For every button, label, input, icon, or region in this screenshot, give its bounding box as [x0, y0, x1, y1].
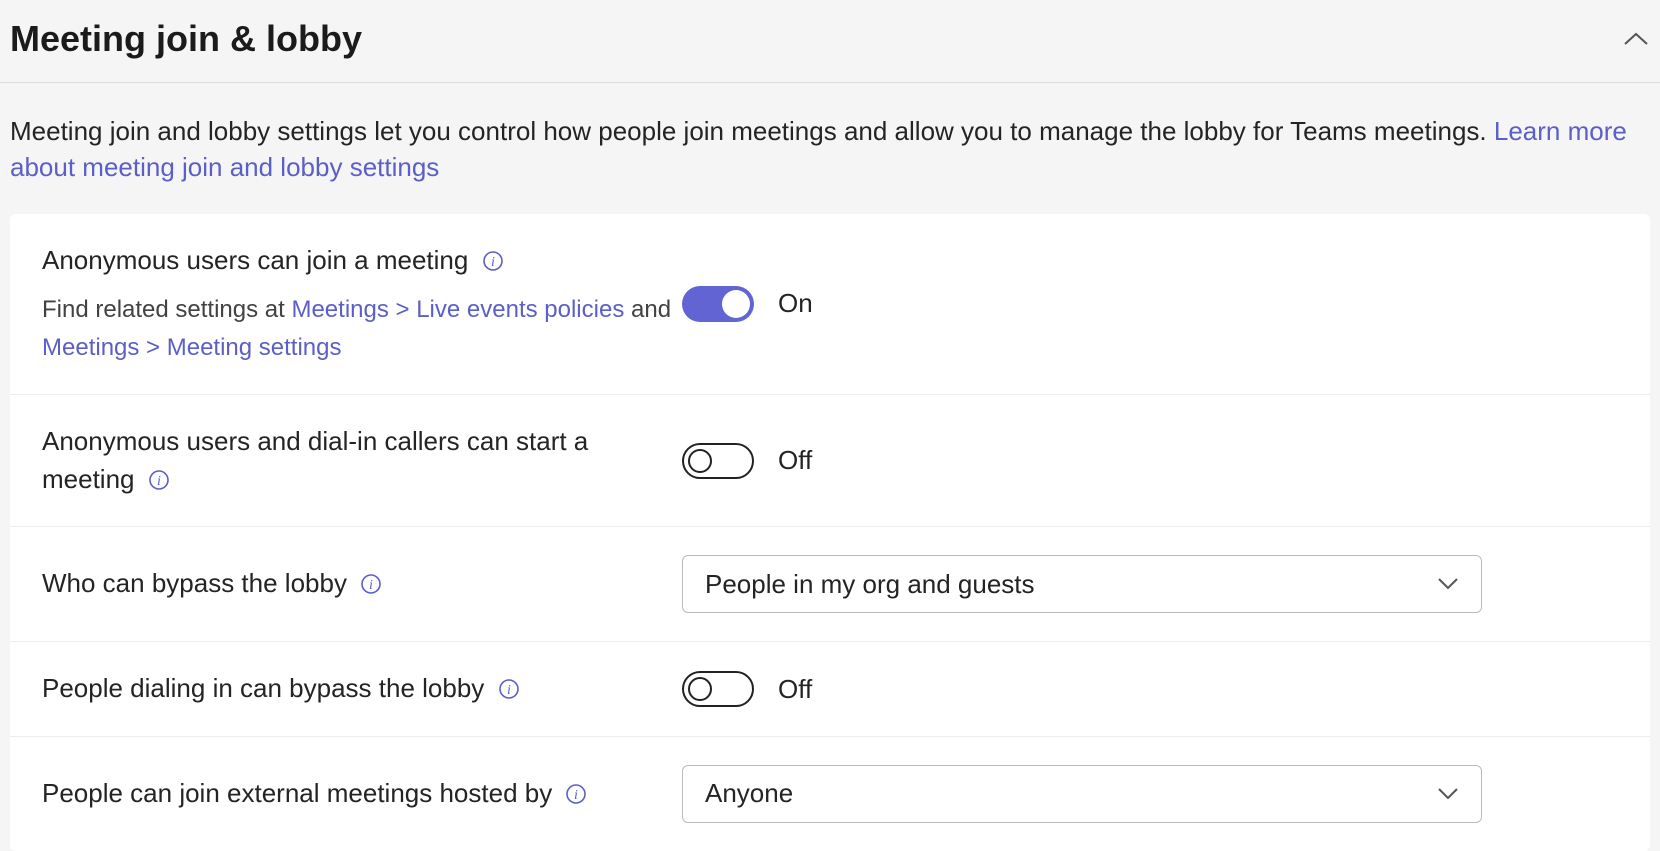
toggle-knob — [722, 290, 750, 318]
setting-control: Off — [682, 443, 1618, 479]
setting-label-text: Anonymous users and dial-in callers can … — [42, 426, 588, 494]
setting-label-text: Anonymous users can join a meeting — [42, 245, 468, 275]
toggle-knob — [688, 449, 712, 473]
chevron-down-icon — [1437, 577, 1459, 591]
svg-text:i: i — [369, 578, 373, 593]
setting-sublabel: Find related settings at Meetings > Live… — [42, 291, 682, 365]
info-icon[interactable]: i — [482, 250, 504, 272]
setting-control: Anyone — [682, 765, 1618, 823]
info-icon[interactable]: i — [498, 678, 520, 700]
toggle-knob — [688, 677, 712, 701]
svg-text:i: i — [491, 255, 495, 270]
setting-label-text: People dialing in can bypass the lobby — [42, 673, 484, 703]
chevron-down-icon — [1437, 787, 1459, 801]
setting-label-text: People can join external meetings hosted… — [42, 778, 552, 808]
dropdown-bypass-lobby[interactable]: People in my org and guests — [682, 555, 1482, 613]
chevron-up-icon — [1623, 31, 1649, 47]
info-icon[interactable]: i — [565, 783, 587, 805]
toggle-state-label: On — [778, 288, 813, 319]
section-description-text: Meeting join and lobby settings let you … — [10, 116, 1487, 146]
sublabel-mid: and — [624, 296, 671, 323]
svg-text:i: i — [575, 788, 579, 803]
dropdown-external-hosted[interactable]: Anyone — [682, 765, 1482, 823]
toggle-anonymous-join[interactable] — [682, 286, 754, 322]
svg-text:i: i — [157, 474, 161, 489]
live-events-policies-link[interactable]: Meetings > Live events policies — [291, 296, 624, 323]
setting-row-anonymous-start: Anonymous users and dial-in callers can … — [10, 395, 1650, 527]
toggle-anonymous-start[interactable] — [682, 443, 754, 479]
setting-row-dialin-bypass: People dialing in can bypass the lobby i… — [10, 642, 1650, 737]
toggle-state-label: Off — [778, 445, 812, 476]
setting-label: Anonymous users and dial-in callers can … — [42, 423, 682, 498]
toggle-state-label: Off — [778, 674, 812, 705]
section-description: Meeting join and lobby settings let you … — [0, 83, 1660, 214]
settings-card: Anonymous users can join a meeting i Fin… — [10, 214, 1650, 851]
info-icon[interactable]: i — [148, 469, 170, 491]
setting-control: On — [682, 286, 1618, 322]
setting-row-external-hosted: People can join external meetings hosted… — [10, 737, 1650, 851]
dropdown-value: People in my org and guests — [705, 569, 1035, 600]
setting-row-anonymous-join: Anonymous users can join a meeting i Fin… — [10, 214, 1650, 395]
dropdown-value: Anyone — [705, 778, 793, 809]
setting-control: Off — [682, 671, 1618, 707]
meeting-settings-link[interactable]: Meetings > Meeting settings — [42, 334, 342, 361]
sublabel-prefix: Find related settings at — [42, 296, 291, 323]
setting-label-text: Who can bypass the lobby — [42, 568, 347, 598]
setting-label: Who can bypass the lobby i — [42, 565, 682, 603]
setting-label: People can join external meetings hosted… — [42, 775, 682, 813]
section-title: Meeting join & lobby — [10, 18, 362, 60]
setting-row-bypass-lobby: Who can bypass the lobby i People in my … — [10, 527, 1650, 642]
setting-control: People in my org and guests — [682, 555, 1618, 613]
section-header: Meeting join & lobby — [0, 0, 1660, 83]
info-icon[interactable]: i — [360, 573, 382, 595]
toggle-dialin-bypass[interactable] — [682, 671, 754, 707]
collapse-button[interactable] — [1622, 25, 1650, 53]
setting-label: Anonymous users can join a meeting i Fin… — [42, 242, 682, 366]
svg-text:i: i — [507, 683, 511, 698]
setting-label: People dialing in can bypass the lobby i — [42, 670, 682, 708]
